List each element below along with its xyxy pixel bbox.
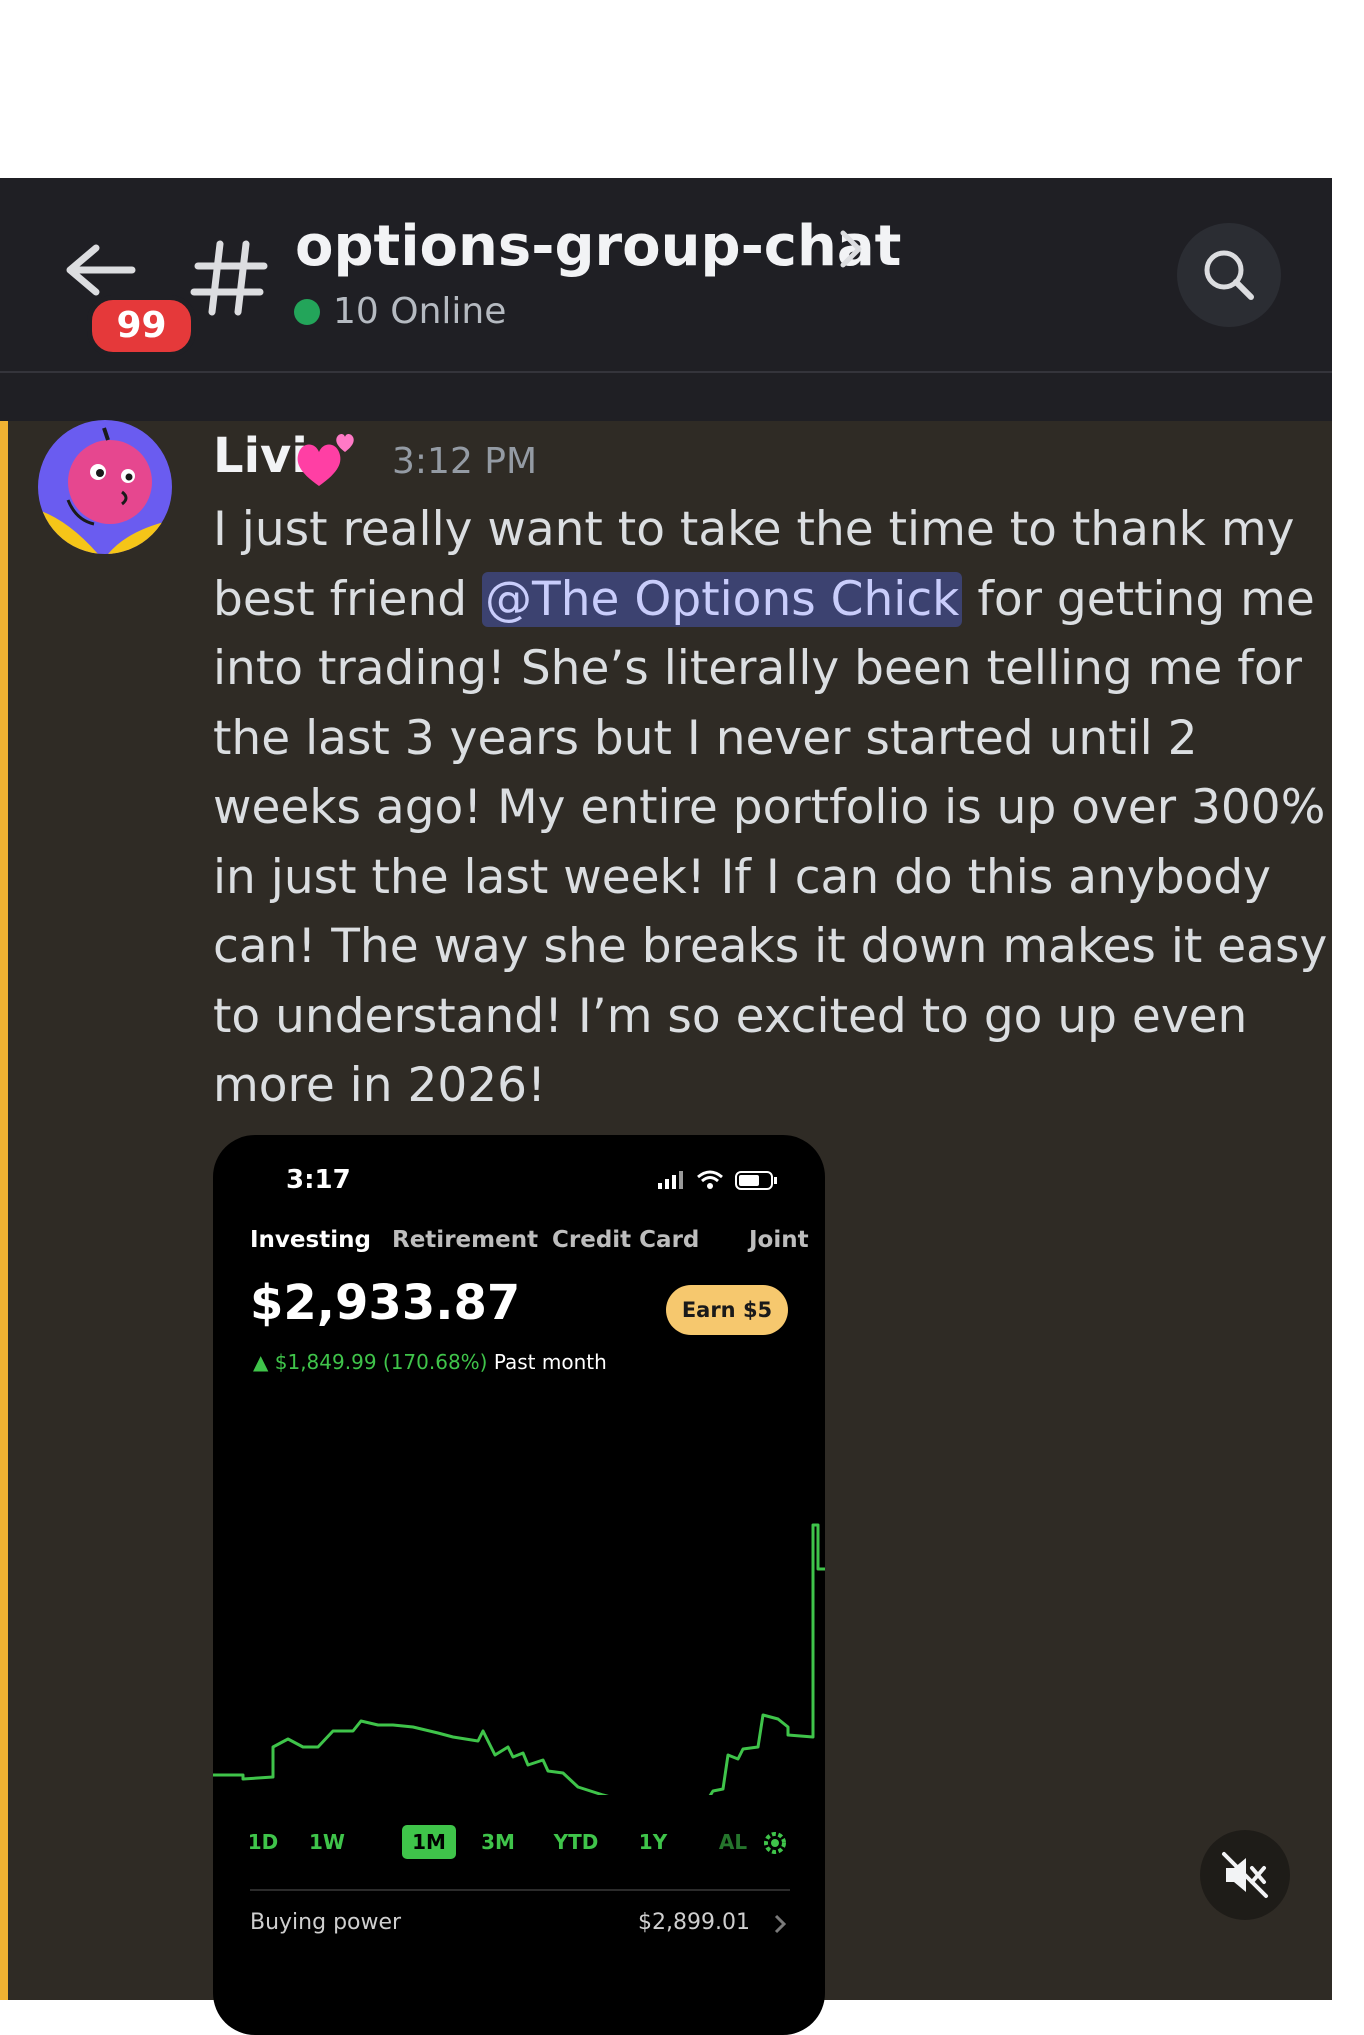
tab-credit-card[interactable]: Credit Card (552, 1227, 699, 1253)
divider (250, 1889, 790, 1891)
speaker-muted-icon (1222, 1852, 1268, 1898)
image-attachment[interactable]: 3:17 Investing Retirement Credit Card Jo… (213, 1135, 825, 2035)
header-separator (0, 373, 1332, 421)
message-text-part: for getting me into trading! She’s liter… (213, 571, 1328, 1114)
buying-power-label: Buying power (250, 1910, 402, 1935)
portfolio-change: ▲ $1,849.99 (170.68%) Past month (253, 1350, 607, 1374)
tab-joint[interactable]: Joint (749, 1227, 809, 1253)
range-1m[interactable]: 1M (402, 1825, 456, 1859)
mute-button[interactable] (1200, 1830, 1290, 1920)
chevron-right-icon[interactable] (835, 225, 867, 273)
range-1y[interactable]: 1Y (633, 1825, 673, 1859)
up-triangle-icon: ▲ (253, 1350, 275, 1374)
portfolio-balance: $2,933.87 (250, 1275, 521, 1331)
message-content: I just really want to take the time to t… (213, 495, 1328, 1121)
portfolio-line-chart (213, 1523, 825, 1795)
chevron-right-icon[interactable] (773, 1913, 787, 1935)
two-hearts-emoji-icon (297, 434, 354, 486)
change-amount: $1,849.99 (170.68%) (274, 1350, 488, 1374)
range-all[interactable]: AL (718, 1825, 748, 1859)
buying-power-value[interactable]: $2,899.01 (638, 1910, 750, 1935)
message-author[interactable]: Livi (213, 428, 308, 484)
back-arrow-icon[interactable] (62, 240, 142, 300)
channel-title[interactable]: options-group-chat (295, 215, 901, 279)
status-bar-time: 3:17 (286, 1165, 351, 1195)
online-status-dot (294, 299, 320, 325)
range-ytd[interactable]: YTD (548, 1825, 604, 1859)
earn-button[interactable]: Earn $5 (666, 1285, 788, 1335)
search-button[interactable] (1177, 223, 1281, 327)
tab-retirement[interactable]: Retirement (392, 1227, 538, 1253)
text-channel-hash-icon (190, 240, 268, 316)
status-bar-icons (658, 1170, 777, 1190)
unread-badge: 99 (87, 295, 196, 357)
user-avatar[interactable] (38, 420, 172, 554)
portfolio-line (213, 1523, 825, 1795)
tab-investing[interactable]: Investing (250, 1227, 371, 1253)
search-icon (1204, 250, 1254, 300)
range-3m[interactable]: 3M (476, 1825, 520, 1859)
change-period: Past month (493, 1350, 607, 1374)
range-1w[interactable]: 1W (305, 1825, 349, 1859)
account-tabs: Investing Retirement Credit Card Joint S… (250, 1227, 825, 1267)
user-mention[interactable]: @The Options Chick (482, 571, 963, 627)
mention-highlight-bar (0, 421, 8, 2000)
online-count: 10 Online (333, 291, 507, 332)
range-1d[interactable]: 1D (243, 1825, 283, 1859)
gear-icon[interactable] (762, 1830, 788, 1856)
message-timestamp: 3:12 PM (392, 441, 538, 482)
